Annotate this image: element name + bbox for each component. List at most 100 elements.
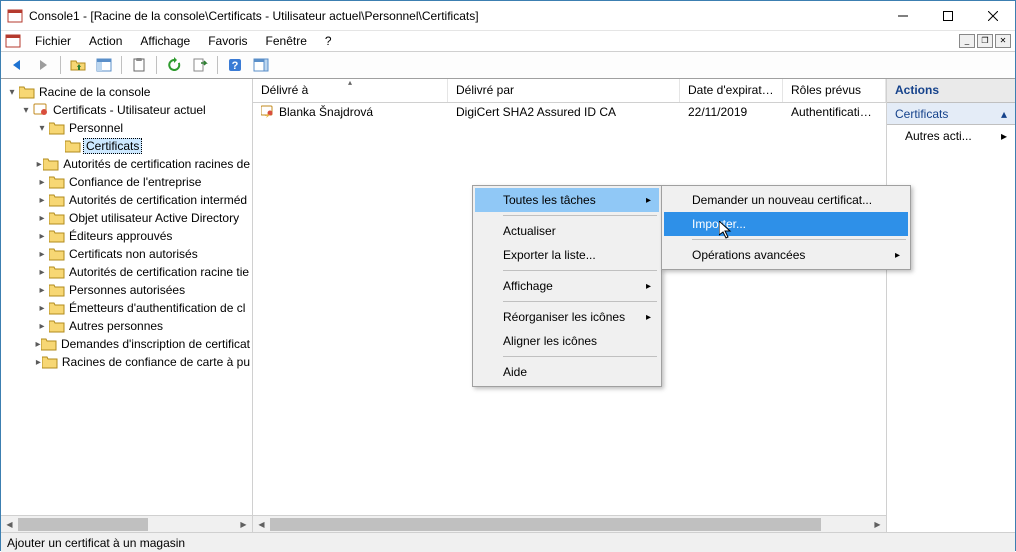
tree-item[interactable]: ▸ Confiance de l'entreprise <box>1 173 252 191</box>
folder-icon <box>49 193 65 207</box>
window-button[interactable] <box>249 53 273 77</box>
list-scrollbar-horizontal[interactable]: ◀ ▶ <box>253 515 886 532</box>
tree-certificats[interactable]: Certificats <box>1 137 252 155</box>
mdi-restore-button[interactable]: ❐ <box>977 34 993 48</box>
expand-icon[interactable]: ▸ <box>35 249 49 260</box>
folder-icon <box>65 139 81 153</box>
expand-icon[interactable]: ▸ <box>35 321 49 332</box>
actions-more[interactable]: Autres acti... ▸ <box>887 125 1015 147</box>
expand-icon[interactable]: ▸ <box>35 357 42 368</box>
expand-icon[interactable]: ▸ <box>35 177 49 188</box>
cert-icon <box>33 103 49 117</box>
tree-item[interactable]: ▸Émetteurs d'authentification de cl <box>1 299 252 317</box>
menu-fichier[interactable]: Fichier <box>27 32 79 50</box>
expand-icon[interactable]: ▸ <box>35 303 49 314</box>
chevron-right-icon: ▸ <box>646 281 651 292</box>
svg-text:?: ? <box>232 60 239 72</box>
menu-affichage[interactable]: Affichage▸ <box>475 274 659 298</box>
tree-label: Demandes d'inscription de certificat <box>59 337 252 351</box>
tree-item[interactable]: ▸Racines de confiance de carte à pu <box>1 353 252 371</box>
collapse-icon[interactable]: ▾ <box>19 105 33 116</box>
scroll-right-icon[interactable]: ▶ <box>235 516 252 532</box>
sort-asc-icon: ▴ <box>348 79 352 87</box>
cell-issued-to: Blanka Šnajdrová <box>279 105 373 119</box>
tree-item[interactable]: ▸Certificats non autorisés <box>1 245 252 263</box>
col-expiry[interactable]: Date d'expirati... <box>680 79 783 102</box>
tree-certs-user[interactable]: ▾ Certificats - Utilisateur actuel <box>1 101 252 119</box>
actions-subtitle[interactable]: Certificats ▴ <box>887 103 1015 125</box>
tree-item[interactable]: ▸Demandes d'inscription de certificat <box>1 335 252 353</box>
menu-importer[interactable]: Importer... <box>664 212 908 236</box>
title-bar: Console1 - [Racine de la console\Certifi… <box>1 1 1015 31</box>
expand-icon[interactable]: ▸ <box>35 267 49 278</box>
menu-aide[interactable]: Aide <box>475 360 659 384</box>
tree-item[interactable]: ▸ Autorités de certification racine tie <box>1 263 252 281</box>
menu-affichage[interactable]: Affichage <box>132 32 198 50</box>
tree-label: Autorités de certification racine tie <box>67 265 251 279</box>
scroll-right-icon[interactable]: ▶ <box>869 516 886 532</box>
menu-aide[interactable]: ? <box>317 32 340 50</box>
menu-action[interactable]: Action <box>81 32 130 50</box>
tree-pane[interactable]: ▾ Racine de la console ▾ Certificats - U… <box>1 79 253 532</box>
chevron-right-icon: ▸ <box>646 195 651 206</box>
expand-icon[interactable]: ▸ <box>35 285 49 296</box>
col-issued-to[interactable]: ▴Délivré à <box>253 79 448 102</box>
tree-item[interactable]: ▸ Autorités de certification racines de <box>1 155 252 173</box>
menu-toutes-les-taches[interactable]: Toutes les tâches▸ <box>475 188 659 212</box>
collapse-icon[interactable]: ▾ <box>35 123 49 134</box>
back-button[interactable] <box>5 53 29 77</box>
menu-actualiser[interactable]: Actualiser <box>475 219 659 243</box>
close-button[interactable] <box>970 1 1015 30</box>
maximize-button[interactable] <box>925 1 970 30</box>
help-button[interactable]: ? <box>223 53 247 77</box>
folder-icon <box>49 175 65 189</box>
menu-demander-certificat[interactable]: Demander un nouveau certificat... <box>664 188 908 212</box>
export-list-button[interactable] <box>188 53 212 77</box>
mdi-minimize-button[interactable]: _ <box>959 34 975 48</box>
show-hide-tree-button[interactable] <box>92 53 116 77</box>
col-issued-by[interactable]: Délivré par <box>448 79 680 102</box>
menu-reorganiser-icones[interactable]: Réorganiser les icônes▸ <box>475 305 659 329</box>
expand-icon[interactable]: ▸ <box>35 159 43 170</box>
menu-exporter-liste[interactable]: Exporter la liste... <box>475 243 659 267</box>
tree-label: Confiance de l'entreprise <box>67 175 203 189</box>
up-button[interactable] <box>66 53 90 77</box>
scroll-left-icon[interactable]: ◀ <box>253 516 270 532</box>
copy-button[interactable] <box>127 53 151 77</box>
scroll-left-icon[interactable]: ◀ <box>1 516 18 532</box>
refresh-button[interactable] <box>162 53 186 77</box>
scroll-thumb[interactable] <box>18 518 148 531</box>
menu-aligner-icones[interactable]: Aligner les icônes <box>475 329 659 353</box>
expand-icon[interactable]: ▸ <box>35 195 49 206</box>
scroll-thumb[interactable] <box>270 518 821 531</box>
panes-icon <box>96 57 112 73</box>
folder-icon <box>49 265 65 279</box>
forward-button[interactable] <box>31 53 55 77</box>
menu-bar: Fichier Action Affichage Favoris Fenêtre… <box>5 32 340 50</box>
menu-fenetre[interactable]: Fenêtre <box>258 32 315 50</box>
tree-item[interactable]: ▸Personnes autorisées <box>1 281 252 299</box>
menu-favoris[interactable]: Favoris <box>200 32 255 50</box>
expand-icon[interactable]: ▸ <box>35 213 49 224</box>
col-roles[interactable]: Rôles prévus <box>783 79 886 102</box>
tree-root[interactable]: ▾ Racine de la console <box>1 83 252 101</box>
tree-item[interactable]: ▸Autorités de certification interméd <box>1 191 252 209</box>
export-icon <box>192 57 208 73</box>
tree-personnel[interactable]: ▾ Personnel <box>1 119 252 137</box>
mdi-icon <box>5 33 21 49</box>
status-bar: Ajouter un certificat à un magasin <box>1 532 1015 552</box>
collapse-icon[interactable]: ▾ <box>5 87 19 98</box>
minimize-button[interactable] <box>880 1 925 30</box>
mdi-close-button[interactable]: ✕ <box>995 34 1011 48</box>
expand-icon[interactable]: ▸ <box>35 231 49 242</box>
tree-label: Objet utilisateur Active Directory <box>67 211 241 225</box>
tree-item[interactable]: ▸Éditeurs approuvés <box>1 227 252 245</box>
tree-label: Autorités de certification racines de <box>61 157 252 171</box>
tree-label: Certificats <box>83 138 142 154</box>
mdi-controls: _ ❐ ✕ <box>959 34 1015 48</box>
menu-operations-avancees[interactable]: Opérations avancées▸ <box>664 243 908 267</box>
tree-scrollbar-horizontal[interactable]: ◀ ▶ <box>1 515 252 532</box>
tree-item[interactable]: ▸ Objet utilisateur Active Directory <box>1 209 252 227</box>
tree-item[interactable]: ▸Autres personnes <box>1 317 252 335</box>
list-row[interactable]: Blanka Šnajdrová DigiCert SHA2 Assured I… <box>253 103 886 121</box>
